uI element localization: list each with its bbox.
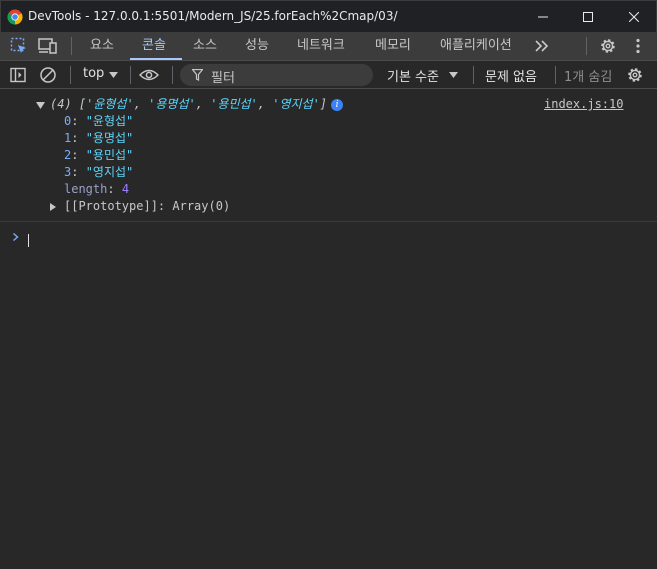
toolbar-divider bbox=[172, 66, 173, 84]
array-entry-row: 3: "영지섭" bbox=[64, 165, 134, 179]
prototype-value: Array(0) bbox=[172, 199, 231, 213]
kebab-menu-icon bbox=[636, 38, 640, 54]
toolbar-divider bbox=[71, 37, 72, 55]
array-entry-row: 1: "용명섭" bbox=[64, 131, 134, 145]
length-key: length bbox=[64, 182, 108, 196]
filter-placeholder: 필터 bbox=[211, 71, 235, 86]
array-entry-row: 0: "윤형섭" bbox=[64, 114, 134, 128]
maximize-button[interactable] bbox=[565, 1, 611, 33]
issues-counter[interactable]: 문제 없음 bbox=[485, 66, 537, 85]
gear-icon bbox=[601, 39, 615, 53]
filter-funnel-icon bbox=[192, 69, 203, 81]
log-level-label: 기본 수준 bbox=[387, 70, 439, 85]
toolbar-divider bbox=[473, 66, 474, 84]
tab-performance[interactable]: 성능 bbox=[245, 32, 269, 60]
filter-input[interactable]: 필터 bbox=[180, 64, 373, 86]
entry-value: "용민섭" bbox=[85, 148, 134, 162]
caret-down-icon bbox=[449, 72, 458, 78]
array-suffix: ] bbox=[319, 97, 328, 111]
caret-down-icon bbox=[109, 72, 118, 78]
gear-icon bbox=[628, 68, 642, 82]
array-log-message[interactable]: (4) ['윤형섭', '용명섭', '용민섭', '영지섭'] i bbox=[36, 96, 344, 113]
console-prompt-input[interactable] bbox=[24, 228, 644, 248]
array-item: '윤형섭' bbox=[86, 97, 134, 111]
chrome-logo-icon bbox=[7, 9, 23, 25]
console-settings-button[interactable] bbox=[625, 65, 645, 85]
entry-value: "용명섭" bbox=[85, 131, 134, 145]
device-mode-icon bbox=[38, 38, 57, 54]
customize-menu-button[interactable] bbox=[628, 36, 648, 56]
prompt-chevron-icon bbox=[13, 232, 19, 242]
devtools-tabbar: 요소 콘솔 소스 성능 네트워크 메모리 애플리케이션 bbox=[0, 32, 657, 61]
more-tabs-button[interactable] bbox=[532, 36, 552, 56]
length-value: 4 bbox=[121, 182, 130, 196]
close-button[interactable] bbox=[611, 1, 657, 33]
expand-triangle-right-icon[interactable] bbox=[50, 203, 56, 211]
array-prefix: (4) [ bbox=[50, 97, 87, 111]
close-icon bbox=[629, 12, 639, 22]
console-toolbar: top 필터 기본 수준 문제 없음 1개 숨김 bbox=[0, 61, 657, 89]
prototype-row[interactable]: [[Prototype]]: Array(0) bbox=[50, 198, 230, 215]
message-divider bbox=[0, 221, 657, 222]
tab-elements[interactable]: 요소 bbox=[90, 32, 114, 60]
tab-application[interactable]: 애플리케이션 bbox=[440, 32, 512, 60]
eye-icon bbox=[139, 69, 159, 81]
minimize-icon bbox=[538, 16, 548, 18]
maximize-icon bbox=[583, 12, 593, 22]
context-selector-label: top bbox=[83, 66, 105, 81]
entry-value: "윤형섭" bbox=[85, 114, 134, 128]
inspect-cursor-icon bbox=[10, 37, 26, 53]
array-item: '용민섭' bbox=[210, 97, 258, 111]
active-tab-indicator bbox=[130, 58, 182, 60]
inspect-element-button[interactable] bbox=[9, 36, 29, 56]
clear-icon bbox=[40, 67, 56, 83]
expand-triangle-down-icon[interactable] bbox=[36, 102, 45, 109]
entry-value: "영지섭" bbox=[85, 165, 134, 179]
prototype-label: [[Prototype]] bbox=[64, 199, 158, 213]
array-separator: , bbox=[195, 97, 211, 111]
double-chevron-right-icon bbox=[535, 40, 549, 52]
array-separator: , bbox=[257, 97, 273, 111]
source-link[interactable]: index.js:10 bbox=[544, 96, 623, 113]
info-icon[interactable]: i bbox=[331, 99, 344, 111]
toolbar-divider bbox=[555, 66, 556, 84]
tab-sources[interactable]: 소스 bbox=[193, 32, 217, 60]
array-item: '용명섭' bbox=[148, 97, 196, 111]
length-row: length: 4 bbox=[64, 182, 130, 196]
tab-network[interactable]: 네트워크 bbox=[297, 32, 345, 60]
toolbar-divider bbox=[130, 66, 131, 84]
minimize-button[interactable] bbox=[520, 1, 566, 33]
hidden-messages-count: 1개 숨김 bbox=[564, 70, 613, 85]
live-expression-button[interactable] bbox=[139, 65, 159, 85]
tab-memory[interactable]: 메모리 bbox=[375, 32, 411, 60]
toolbar-divider bbox=[70, 66, 71, 84]
console-output: (4) ['윤형섭', '용명섭', '용민섭', '영지섭'] i index.… bbox=[0, 90, 657, 569]
text-caret bbox=[28, 234, 29, 247]
toolbar-divider bbox=[586, 37, 587, 55]
clear-console-button[interactable] bbox=[38, 65, 58, 85]
array-item: '영지섭' bbox=[272, 97, 320, 111]
window-titlebar: DevTools - 127.0.0.1:5501/Modern_JS/25.f… bbox=[0, 0, 657, 32]
array-entry-row: 2: "용민섭" bbox=[64, 148, 134, 162]
window-title: DevTools - 127.0.0.1:5501/Modern_JS/25.f… bbox=[28, 9, 398, 23]
sidebar-icon bbox=[10, 67, 26, 83]
toggle-sidebar-button[interactable] bbox=[8, 65, 28, 85]
tab-console[interactable]: 콘솔 bbox=[142, 32, 166, 60]
device-toolbar-button[interactable] bbox=[38, 36, 58, 56]
array-separator: , bbox=[133, 97, 149, 111]
settings-button[interactable] bbox=[598, 36, 618, 56]
